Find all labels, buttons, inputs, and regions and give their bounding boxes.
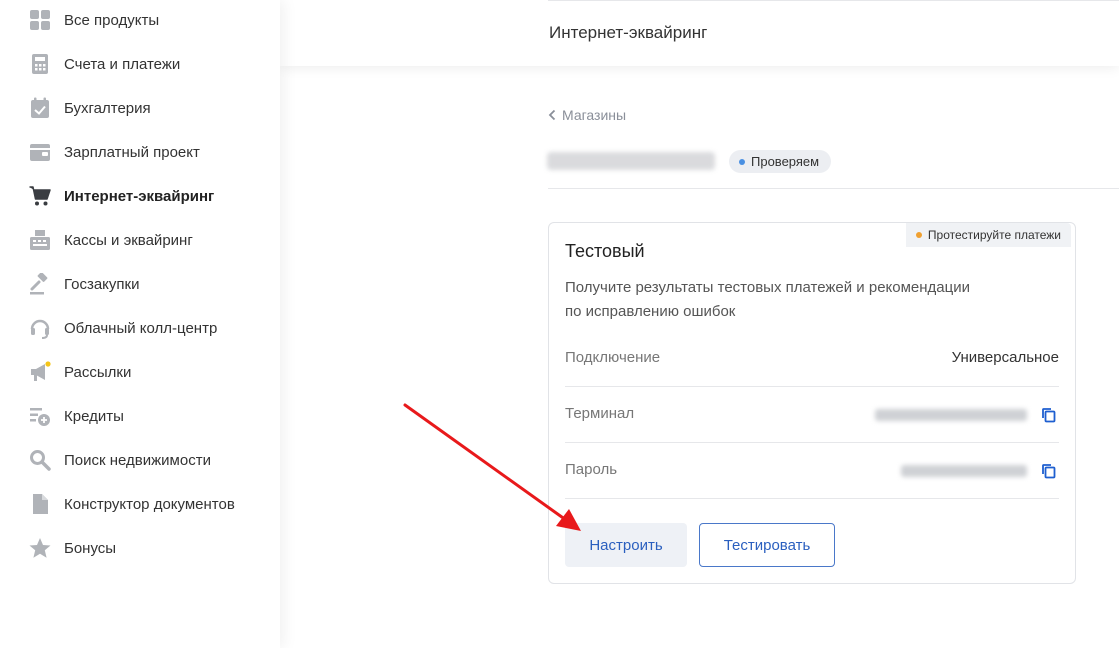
sidebar-item-public-procurement[interactable]: Госзакупки <box>0 262 280 306</box>
test-payments-badge: Протестируйте платежи <box>905 223 1071 247</box>
calculator-icon <box>28 52 52 76</box>
sidebar-item-label: Госзакупки <box>64 275 140 293</box>
top-header: Интернет-эквайринг <box>280 0 1119 66</box>
test-terminal-card: Протестируйте платежи Тестовый Получите … <box>548 222 1076 584</box>
sidebar-item-label: Рассылки <box>64 363 132 381</box>
sidebar-item-label: Бухгалтерия <box>64 99 151 117</box>
megaphone-icon <box>28 360 52 384</box>
main-content: Интернет-эквайринг Магазины Проверяем Пр… <box>280 0 1119 648</box>
chevron-left-icon <box>548 109 556 121</box>
sidebar: Все продукты Счета и платежи Бухгалтерия… <box>0 0 280 648</box>
sidebar-item-label: Бонусы <box>64 539 117 557</box>
page-title: Интернет-эквайринг <box>549 23 708 42</box>
sidebar-item-internet-acquiring[interactable]: Интернет-эквайринг <box>0 174 280 218</box>
sidebar-item-label: Конструктор документов <box>64 495 235 513</box>
sidebar-item-label: Облачный колл-центр <box>64 319 218 337</box>
sidebar-item-mailings[interactable]: Рассылки <box>0 350 280 394</box>
sidebar-item-cloud-call-center[interactable]: Облачный колл-центр <box>0 306 280 350</box>
password-label: Пароль <box>565 461 618 478</box>
sidebar-item-label: Счета и платежи <box>64 55 181 73</box>
card-description-line: по исправлению ошибок <box>565 303 736 320</box>
gavel-icon <box>28 272 52 296</box>
calendar-check-icon <box>28 96 52 120</box>
terminal-label: Терминал <box>565 405 635 422</box>
status-badge: Проверяем <box>729 150 832 173</box>
terminal-row: Терминал <box>565 387 1059 443</box>
sidebar-item-bonuses[interactable]: Бонусы <box>0 526 280 570</box>
sidebar-item-salary-project[interactable]: Зарплатный проект <box>0 130 280 174</box>
sidebar-item-accounting[interactable]: Бухгалтерия <box>0 86 280 130</box>
grid-icon <box>28 8 52 32</box>
card-title: Тестовый <box>565 241 645 261</box>
sidebar-item-label: Зарплатный проект <box>64 143 200 161</box>
row-divider <box>565 498 1059 499</box>
card-description: Получите результаты тестовых платежей и … <box>565 276 995 324</box>
connection-label: Подключение <box>565 349 661 366</box>
breadcrumb-back-link[interactable]: Магазины <box>548 107 626 123</box>
connection-value: Универсальное <box>951 349 1059 366</box>
document-icon <box>28 492 52 516</box>
magnifier-icon <box>28 448 52 472</box>
breadcrumb-label: Магазины <box>562 107 627 123</box>
headset-icon <box>28 316 52 340</box>
star-icon <box>28 536 52 560</box>
credit-plus-icon <box>28 404 52 428</box>
password-value-redacted <box>901 465 1027 477</box>
terminal-value-redacted <box>875 409 1027 421</box>
sidebar-item-label: Кассы и эквайринг <box>64 231 193 249</box>
sidebar-item-label: Кредиты <box>64 407 124 425</box>
sidebar-item-cash-registers[interactable]: Кассы и эквайринг <box>0 218 280 262</box>
sidebar-item-label: Все продукты <box>64 11 160 29</box>
copy-icon[interactable] <box>1041 407 1057 423</box>
password-row: Пароль <box>565 443 1059 499</box>
wallet-icon <box>28 140 52 164</box>
shop-name-redacted <box>547 152 715 170</box>
sidebar-item-credits[interactable]: Кредиты <box>0 394 280 438</box>
sidebar-item-real-estate-search[interactable]: Поиск недвижимости <box>0 438 280 482</box>
sidebar-item-all-products[interactable]: Все продукты <box>0 0 280 42</box>
cart-icon <box>28 184 52 208</box>
sidebar-item-document-builder[interactable]: Конструктор документов <box>0 482 280 526</box>
header-divider <box>548 0 1119 2</box>
card-description-line: Получите результаты тестовых платежей и … <box>565 279 970 296</box>
cash-register-icon <box>28 228 52 252</box>
divider <box>548 188 1119 189</box>
sidebar-item-label: Интернет-эквайринг <box>64 187 215 205</box>
sidebar-item-label: Поиск недвижимости <box>64 451 211 469</box>
sidebar-item-accounts-payments[interactable]: Счета и платежи <box>0 42 280 86</box>
configure-button[interactable]: Настроить <box>565 523 687 567</box>
copy-icon[interactable] <box>1041 463 1057 479</box>
test-button[interactable]: Тестировать <box>699 523 835 567</box>
connection-row: Подключение Универсальное <box>565 331 1059 387</box>
